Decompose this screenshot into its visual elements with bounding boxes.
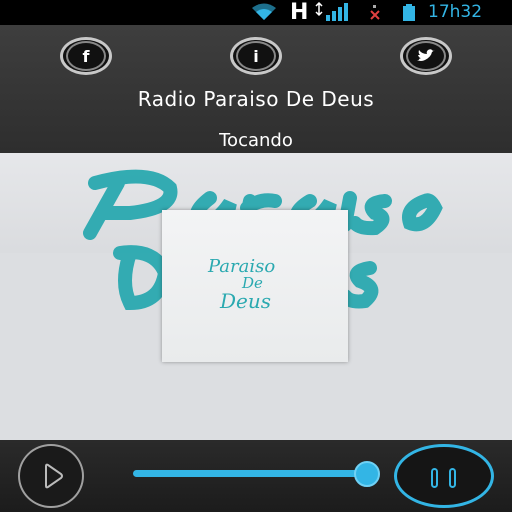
wifi-icon <box>251 3 277 25</box>
signal-icon <box>312 1 352 26</box>
station-name: Radio Paraiso De Deus <box>137 87 375 111</box>
album-artwork: Paraiso De Deus <box>0 153 512 440</box>
twitter-button[interactable] <box>400 37 452 75</box>
status-bar: H 17h32 <box>0 0 512 25</box>
twitter-icon <box>406 41 446 71</box>
play-button[interactable] <box>18 444 84 508</box>
play-icon <box>45 463 63 489</box>
volume-slider-thumb[interactable] <box>354 461 380 487</box>
pause-icon-bar-right <box>449 468 456 488</box>
battery-icon <box>401 4 419 26</box>
playback-status: Tocando <box>219 130 293 151</box>
player-controls <box>0 440 512 512</box>
clock: 17h32 <box>428 2 483 22</box>
pause-icon-bar-left <box>431 468 438 488</box>
header-panel: f i Radio Paraiso De Deus Tocando <box>0 25 512 153</box>
logo-card: Paraiso De Deus <box>162 210 348 362</box>
facebook-icon: f <box>66 41 106 71</box>
network-type: H <box>290 0 309 25</box>
logo-text-line3: Deus <box>219 289 271 313</box>
no-sim-icon <box>366 3 384 24</box>
volume-slider-track[interactable] <box>133 470 373 477</box>
info-button[interactable]: i <box>230 37 282 75</box>
facebook-button[interactable]: f <box>60 37 112 75</box>
pause-button[interactable] <box>394 444 494 508</box>
info-icon: i <box>236 41 276 71</box>
